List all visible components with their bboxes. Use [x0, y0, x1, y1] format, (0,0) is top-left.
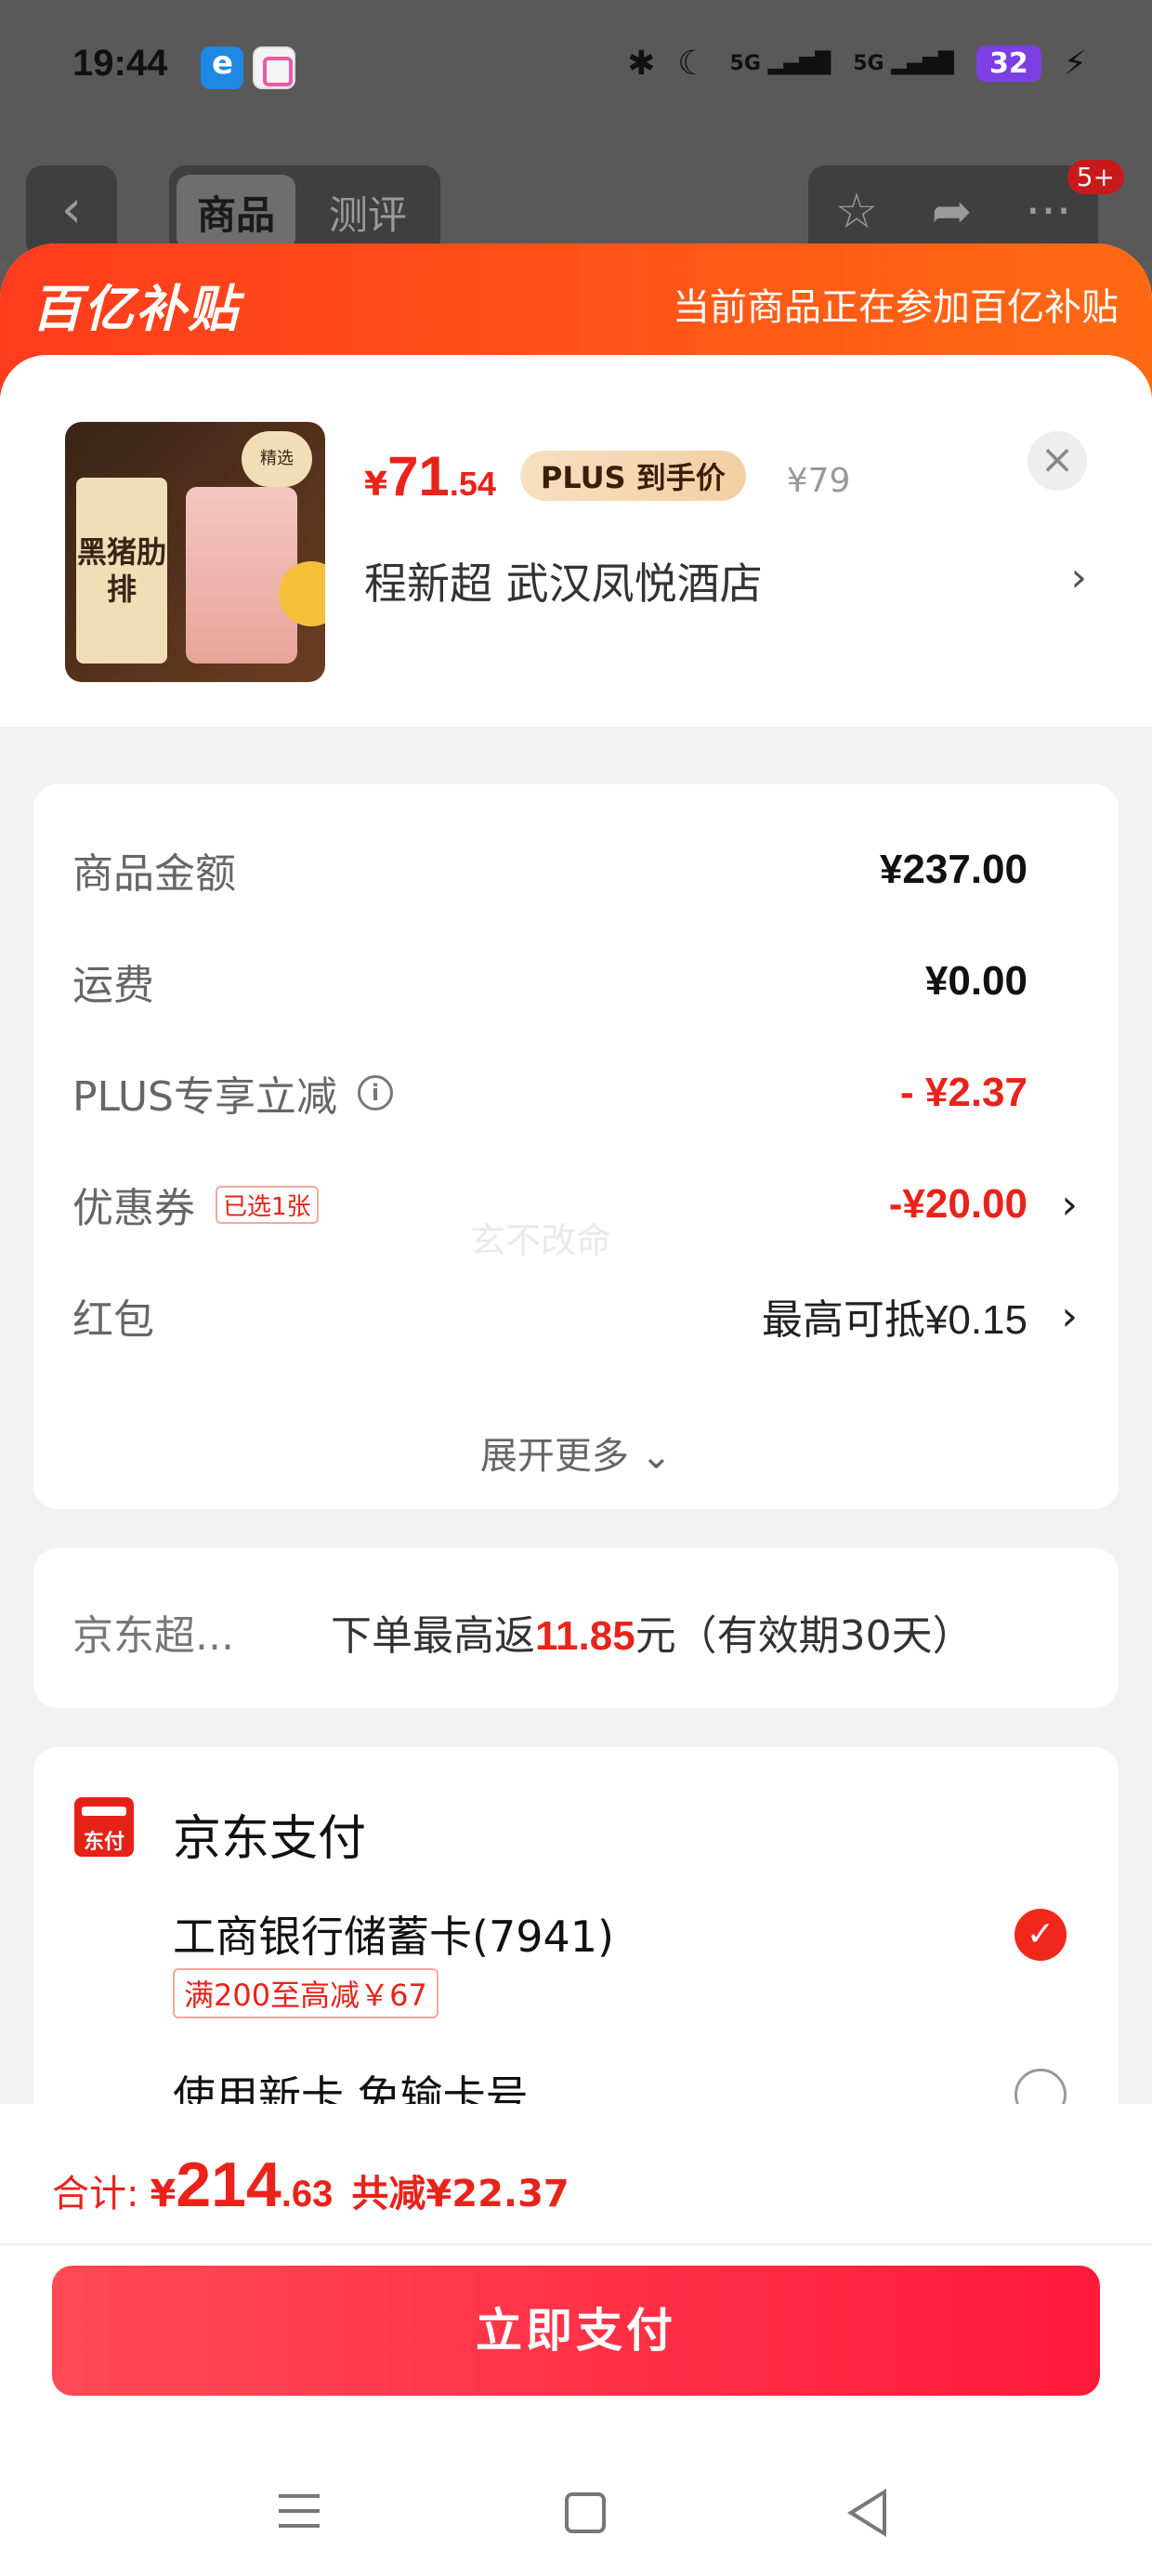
- moon-icon: ☾: [677, 45, 708, 83]
- bluetooth-icon: ✱: [627, 45, 656, 83]
- signal-icon: 5G ▂▄▆█: [729, 52, 831, 75]
- ribs-image: [186, 487, 297, 664]
- menu-icon[interactable]: [279, 2494, 320, 2539]
- thumb-label: 黑猪肋排: [76, 478, 167, 664]
- back-triangle-icon[interactable]: [847, 2489, 886, 2537]
- rebate-text-post: 元（有效期30天）: [635, 1612, 974, 1660]
- rebate-card: 京东超... 下单最高返11.85元（有效期30天）: [33, 1548, 1119, 1708]
- cost-row-shipping: 运费 ¥0.00: [72, 944, 1078, 1019]
- plus-price-tag: PLUS 到手价: [519, 451, 746, 501]
- message-badge: 5+: [1067, 160, 1124, 194]
- total-decimal: .63: [281, 2174, 334, 2215]
- product-summary: 精选 黑猪肋排 ¥ 71 .54 PLUS 到手价 ¥79 × 程新超 武汉凤悦…: [0, 355, 1152, 727]
- rebate-amount: 11.85: [535, 1613, 635, 1659]
- cost-value: -¥20.00: [888, 1181, 1028, 1227]
- cost-row-redpacket[interactable]: 红包 最高可抵¥0.15 ›: [72, 1279, 1078, 1353]
- checkout-footer: 合计: ¥ 214 .63 共减¥22.37 立即支付: [0, 2104, 1152, 2576]
- price-currency: ¥: [364, 466, 388, 504]
- pay-now-button[interactable]: 立即支付: [52, 2266, 1100, 2396]
- cost-label: 红包: [72, 1296, 154, 1344]
- signal-icon-2: 5G ▂▄▆█: [853, 52, 954, 75]
- cost-value: ¥237.00: [879, 847, 1028, 892]
- price-decimal: .54: [449, 465, 496, 503]
- chevron-right-icon: ›: [1061, 1292, 1078, 1340]
- store-address[interactable]: 程新超 武汉凤悦酒店: [364, 550, 1089, 611]
- subsidy-note: 当前商品正在参加百亿补贴: [673, 286, 1119, 329]
- more-icon[interactable]: ···: [1026, 184, 1072, 240]
- rebate-label: 京东超...: [72, 1612, 234, 1660]
- cost-value: ¥0.00: [924, 958, 1028, 1004]
- coupon-selected-tag: 已选1张: [216, 1185, 319, 1224]
- cost-value: 最高可抵¥0.15: [761, 1297, 1028, 1343]
- total-summary: 合计: ¥ 214 .63 共减¥22.37: [52, 2149, 569, 2221]
- expand-more-button[interactable]: 展开更多 ⌄: [33, 1426, 1119, 1479]
- cost-row-plus-discount: PLUS专享立减 i - ¥2.37: [72, 1056, 1078, 1130]
- total-integer: 214: [176, 2149, 281, 2220]
- payment-promo-tag: 满200至高减￥67: [173, 1968, 439, 2018]
- star-icon[interactable]: ☆: [835, 184, 879, 240]
- watermark: 玄不改命: [470, 1220, 612, 1261]
- battery-icon: 32: [975, 46, 1041, 82]
- price-integer: 71: [387, 445, 450, 507]
- cost-label: 优惠券: [72, 1185, 195, 1232]
- close-icon: ×: [1040, 436, 1075, 483]
- product-thumbnail: 精选 黑猪肋排: [65, 422, 325, 682]
- browser-app-icon: [201, 45, 243, 89]
- chevron-right-icon: ›: [1061, 1180, 1078, 1229]
- cost-breakdown-card: 商品金额 ¥237.00 运费 ¥0.00 PLUS专享立减 i - ¥2.37…: [33, 784, 1119, 1509]
- checkout-sheet: 百亿补贴 当前商品正在参加百亿补贴 精选 黑猪肋排 ¥ 71 .54 PLUS …: [0, 243, 1152, 2576]
- total-label: 合计:: [52, 2173, 139, 2215]
- system-nav-bar: [0, 2476, 1152, 2559]
- close-button[interactable]: ×: [1028, 431, 1087, 491]
- chevron-left-icon: ‹: [60, 179, 83, 240]
- gallery-app-icon: [253, 46, 295, 89]
- cost-label: 运费: [72, 962, 154, 1009]
- home-icon[interactable]: [565, 2492, 606, 2533]
- rebate-text: 下单最高返11.85元（有效期30天）: [331, 1602, 974, 1662]
- radio-selected-icon[interactable]: ✓: [1015, 1909, 1067, 1961]
- total-savings: 共减¥22.37: [351, 2173, 569, 2215]
- cost-row-subtotal: 商品金额 ¥237.00: [72, 833, 1078, 907]
- price-row: ¥ 71 .54 PLUS 到手价 ¥79: [364, 444, 850, 508]
- charging-icon: ⚡: [1063, 45, 1087, 83]
- cost-label: 商品金额: [72, 850, 236, 898]
- cost-label: PLUS专享立减: [72, 1073, 337, 1121]
- tab-review[interactable]: 测评: [308, 175, 427, 250]
- total-currency: ¥: [150, 2173, 177, 2215]
- divider: [0, 2243, 1152, 2245]
- status-bar: 19:44 ✱ ☾ 5G ▂▄▆█ 5G ▂▄▆█ 32 ⚡: [0, 0, 1152, 139]
- status-time: 19:44: [72, 43, 168, 84]
- original-price: ¥79: [786, 462, 851, 500]
- tab-product[interactable]: 商品: [177, 174, 296, 250]
- share-icon[interactable]: ➦: [932, 184, 973, 240]
- info-icon[interactable]: i: [358, 1075, 393, 1111]
- rebate-text-pre: 下单最高返: [331, 1612, 535, 1660]
- payment-option-icbc[interactable]: 工商银行储蓄卡(7941): [173, 1903, 614, 1965]
- chevron-right-icon[interactable]: ›: [1070, 554, 1087, 601]
- subsidy-logo: 百亿补贴: [32, 280, 240, 338]
- status-icons: ✱ ☾ 5G ▂▄▆█ 5G ▂▄▆█ 32 ⚡: [627, 45, 1087, 83]
- payment-title: 京东支付: [173, 1811, 367, 1867]
- cost-value: - ¥2.37: [900, 1070, 1028, 1115]
- thumb-badge: 精选: [242, 431, 312, 487]
- jd-pay-logo: 东付: [74, 1797, 134, 1857]
